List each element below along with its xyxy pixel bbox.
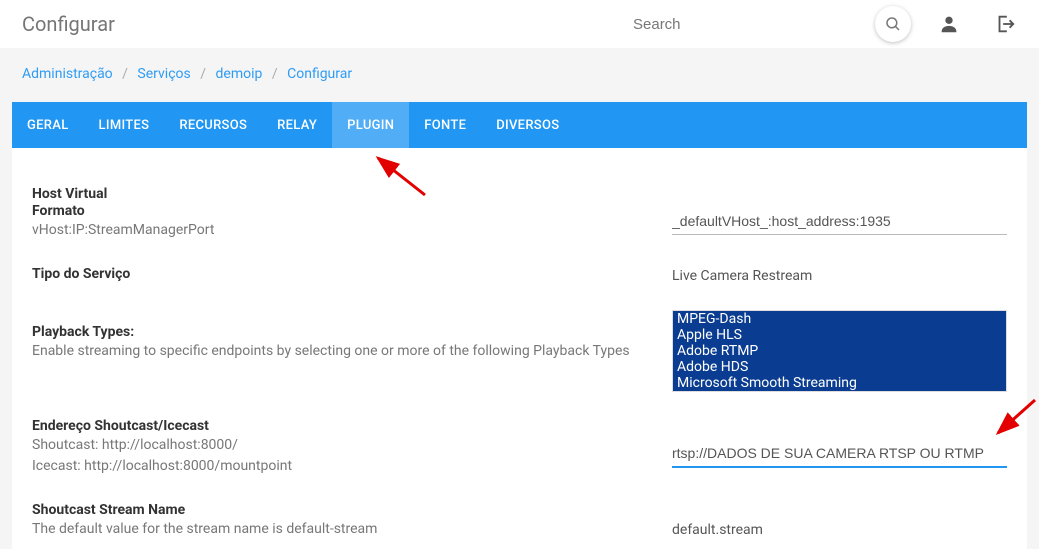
tab-geral[interactable]: GERAL [12, 102, 84, 148]
playback-option[interactable]: MPEG-Dash [673, 311, 1006, 327]
tabs: GERAL LIMITES RECURSOS RELAY PLUGIN FONT… [12, 102, 1027, 148]
vhost-desc: vHost:IP:StreamManagerPort [32, 220, 648, 240]
tab-relay[interactable]: RELAY [262, 102, 332, 148]
service-type-title: Tipo do Serviço [32, 266, 648, 282]
breadcrumb-sep: / [272, 66, 278, 82]
row-stream-name: Shoutcast Stream Name The default value … [32, 492, 1007, 539]
vhost-input[interactable] [672, 208, 1007, 235]
tab-recursos[interactable]: RECURSOS [164, 102, 262, 148]
shoutcast-line2: Icecast: http://localhost:8000/mountpoin… [32, 456, 648, 476]
tab-fonte[interactable]: FONTE [409, 102, 481, 148]
playback-option[interactable]: Adobe HDS [673, 359, 1006, 375]
playback-title: Playback Types: [32, 324, 648, 340]
user-icon [938, 13, 960, 35]
search-input[interactable] [633, 16, 863, 33]
breadcrumb-sep: / [200, 66, 206, 82]
service-type-value: Live Camera Restream [672, 266, 1007, 284]
search-icon [884, 15, 902, 33]
topbar: Configurar [0, 0, 1039, 48]
row-playback: Playback Types: Enable streaming to spec… [32, 300, 1007, 408]
breadcrumb-sep: / [122, 66, 128, 82]
tab-diversos[interactable]: DIVERSOS [481, 102, 574, 148]
playback-option[interactable]: Apple HLS [673, 327, 1006, 343]
playback-desc: Enable streaming to specific endpoints b… [32, 341, 648, 361]
playback-option[interactable]: Microsoft Smooth Streaming [673, 375, 1006, 391]
tab-plugin[interactable]: PLUGIN [332, 102, 409, 148]
search-container [633, 6, 911, 42]
search-button[interactable] [875, 6, 911, 42]
breadcrumb-item-configurar[interactable]: Configurar [287, 66, 352, 82]
vhost-title: Host Virtual [32, 186, 648, 202]
shoutcast-input[interactable] [672, 440, 1007, 468]
logout-button[interactable] [987, 6, 1023, 42]
row-service-type: Tipo do Serviço Live Camera Restream [32, 256, 1007, 300]
tab-limites[interactable]: LIMITES [84, 102, 165, 148]
stream-name-title: Shoutcast Stream Name [32, 502, 648, 518]
breadcrumb-item-demoip[interactable]: demoip [216, 66, 263, 82]
vhost-subtitle: Formato [32, 203, 648, 219]
content-card: GERAL LIMITES RECURSOS RELAY PLUGIN FONT… [12, 102, 1027, 549]
page-title: Configurar [22, 12, 115, 36]
playback-option[interactable]: Adobe RTMP [673, 343, 1006, 359]
stream-name-value: default.stream [672, 520, 1007, 538]
shoutcast-title: Endereço Shoutcast/Icecast [32, 418, 648, 434]
user-button[interactable] [931, 6, 967, 42]
playback-select[interactable]: MPEG-Dash Apple HLS Adobe RTMP Adobe HDS… [672, 310, 1007, 392]
row-shoutcast: Endereço Shoutcast/Icecast Shoutcast: ht… [32, 408, 1007, 492]
form-area: Host Virtual Formato vHost:IP:StreamMana… [12, 148, 1027, 549]
logout-icon [994, 13, 1016, 35]
row-vhost: Host Virtual Formato vHost:IP:StreamMana… [32, 176, 1007, 256]
shoutcast-line1: Shoutcast: http://localhost:8000/ [32, 435, 648, 455]
breadcrumb-item-admin[interactable]: Administração [22, 66, 113, 82]
stream-name-desc: The default value for the stream name is… [32, 519, 648, 539]
breadcrumb: Administração / Serviços / demoip / Conf… [0, 48, 1039, 92]
breadcrumb-item-services[interactable]: Serviços [137, 66, 190, 82]
